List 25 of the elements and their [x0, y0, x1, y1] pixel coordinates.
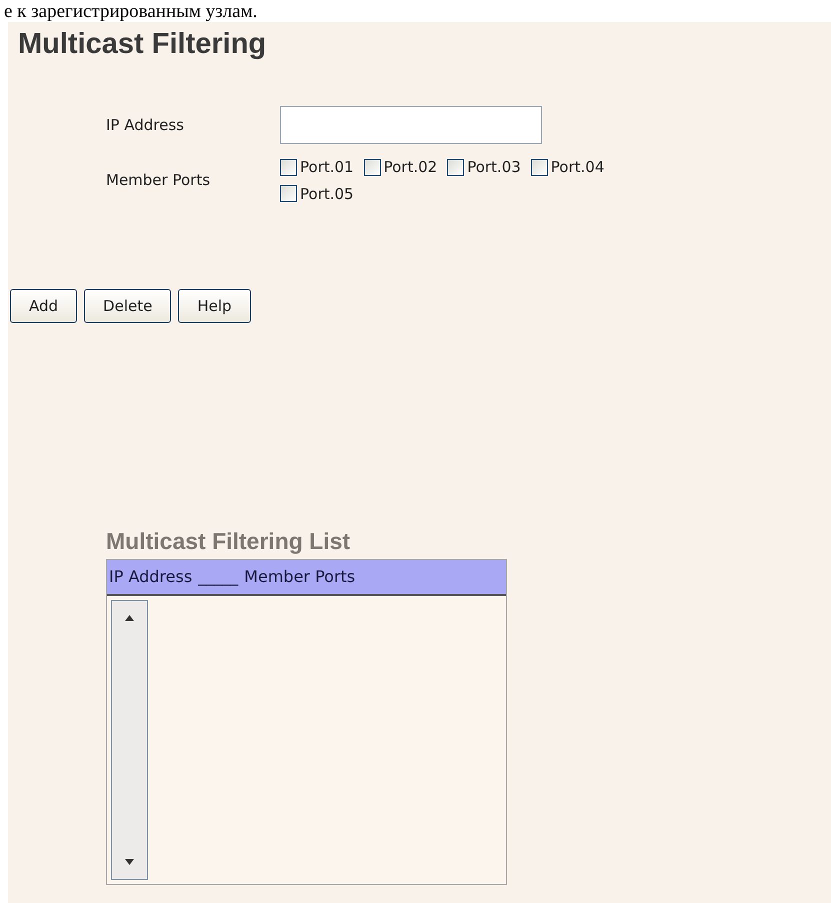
checkbox-square[interactable] [280, 185, 297, 202]
checkbox-square[interactable] [364, 158, 381, 176]
scroll-up-icon[interactable] [125, 615, 134, 621]
member-ports-label: Member Ports [106, 170, 212, 192]
list-title: Multicast Filtering List [106, 527, 350, 555]
caption-text: е к зарегистрированным узлам. [4, 2, 258, 22]
checkbox-square[interactable] [447, 158, 464, 176]
port-checkbox[interactable]: Port.03 [447, 156, 521, 178]
header-text: _____ [198, 566, 238, 588]
scrollbar[interactable] [111, 600, 148, 880]
action-button[interactable]: Add [10, 289, 78, 323]
checkbox-square[interactable] [280, 158, 297, 176]
port-checkbox[interactable]: Port.04 [530, 156, 604, 178]
header-text: IP Address [109, 566, 192, 588]
page-title: Multicast Filtering [18, 27, 266, 62]
ip-address-label: IP Address [106, 114, 185, 136]
action-button[interactable]: Help [178, 289, 251, 323]
action-button[interactable]: Delete [84, 289, 172, 323]
port-checkbox[interactable]: Port.02 [364, 156, 438, 178]
port-checkbox[interactable]: Port.01 [280, 156, 354, 178]
scroll-down-icon[interactable] [125, 859, 134, 865]
checkbox-square[interactable] [530, 158, 548, 176]
header-text: Member Ports [244, 566, 356, 588]
ip-address-field[interactable] [280, 106, 542, 144]
port-checkbox[interactable]: Port.05 [280, 182, 354, 205]
